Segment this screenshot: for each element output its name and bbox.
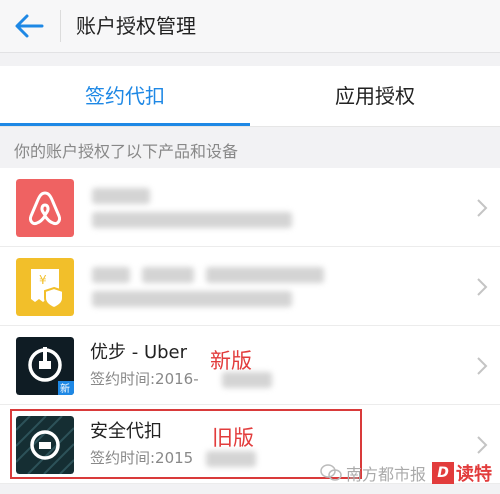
airbnb-icon <box>16 179 74 237</box>
blurred-detail <box>92 212 292 228</box>
tab-bar: 签约代扣 应用授权 <box>0 66 500 127</box>
item-name: 优步 - Uber <box>90 342 188 363</box>
header-bar: 账户授权管理 <box>0 0 500 53</box>
back-arrow-icon[interactable] <box>14 13 44 39</box>
annotation-new-version: 新版 <box>210 349 252 373</box>
blurred-name <box>142 267 194 283</box>
logo-text: 读特 <box>456 464 492 485</box>
duteb-logo: D 读特 <box>432 460 492 486</box>
logo-badge: D <box>432 462 454 484</box>
list-item-airbnb[interactable] <box>0 168 500 247</box>
tab-signed-debit[interactable]: 签约代扣 <box>0 66 250 126</box>
section-label: 你的账户授权了以下产品和设备 <box>14 142 239 161</box>
blurred-name <box>206 267 324 283</box>
active-tab-indicator <box>0 123 250 126</box>
chevron-right-icon <box>477 436 488 454</box>
annotation-highlight-box <box>10 409 362 479</box>
new-badge: 新 <box>60 382 70 395</box>
wechat-icon <box>320 464 342 481</box>
blurred-name <box>92 267 130 283</box>
svg-text:¥: ¥ <box>39 273 47 287</box>
blurred-name <box>92 188 150 204</box>
list-item-uber-new[interactable]: 新 优步 - Uber 签约时间:2016- 新版 <box>0 326 500 405</box>
blurred-detail <box>92 291 292 307</box>
tab-app-authorization[interactable]: 应用授权 <box>250 66 500 126</box>
list-item-receipt[interactable]: ¥ <box>0 247 500 326</box>
watermark-text: 南方都市报 <box>345 465 426 484</box>
chevron-right-icon <box>477 199 488 217</box>
header-divider <box>60 10 61 42</box>
chevron-right-icon <box>477 278 488 296</box>
receipt-shield-icon: ¥ <box>16 258 74 316</box>
uber-new-icon: 新 <box>16 337 74 395</box>
item-date: 签约时间:2016- <box>90 370 199 388</box>
watermark: 南方都市报 D 读特 <box>320 456 492 490</box>
chevron-right-icon <box>477 357 488 375</box>
page-title: 账户授权管理 <box>76 14 196 38</box>
